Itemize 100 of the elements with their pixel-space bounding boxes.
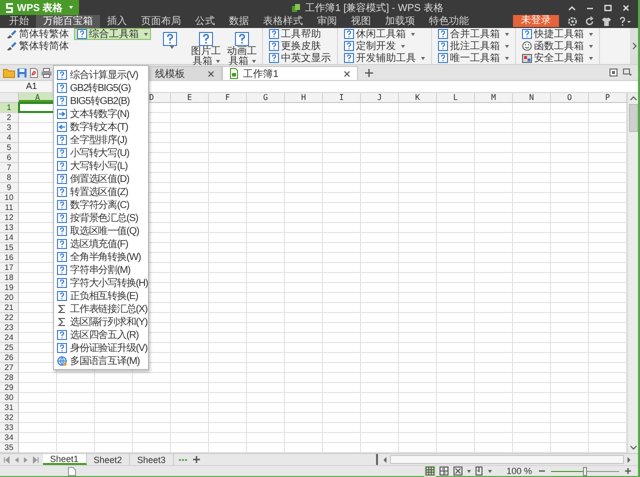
- refresh-icon[interactable]: [584, 16, 595, 27]
- row-header[interactable]: 22: [0, 313, 18, 323]
- row-header[interactable]: 13: [0, 223, 18, 233]
- menu-item[interactable]: 倒置选区值(D): [54, 172, 148, 185]
- row-header[interactable]: 18: [0, 273, 18, 283]
- column-header[interactable]: H: [285, 93, 323, 102]
- restore-icon[interactable]: [609, 68, 618, 77]
- row-header[interactable]: 27: [0, 363, 18, 373]
- toolbar-button[interactable]: 简体转繁体: [3, 28, 72, 40]
- close-icon[interactable]: [207, 70, 215, 78]
- menu-item[interactable]: 选区隔行列求和(Y): [54, 315, 148, 328]
- row-header[interactable]: 30: [0, 393, 18, 403]
- menu-item[interactable]: 选区填充值(F): [54, 237, 148, 250]
- row-header[interactable]: 3: [0, 123, 18, 133]
- row-header[interactable]: 9: [0, 183, 18, 193]
- menu-item[interactable]: 转置选区值(Z): [54, 185, 148, 198]
- full-screen-icon[interactable]: [452, 465, 464, 477]
- menu-item[interactable]: 正负相互转换(E): [54, 289, 148, 302]
- toolbar-button[interactable]: 函数工具箱: [519, 40, 596, 52]
- row-header[interactable]: 28: [0, 373, 18, 383]
- toolbar-button[interactable]: 快捷工具箱: [519, 28, 596, 40]
- menu-item[interactable]: 综合计算显示(V): [54, 68, 148, 81]
- menu-tab[interactable]: 视图: [344, 15, 378, 28]
- column-header[interactable]: I: [323, 93, 361, 102]
- column-header[interactable]: E: [171, 93, 209, 102]
- row-header[interactable]: 4: [0, 133, 18, 143]
- menu-item[interactable]: 工作表链接汇总(X): [54, 302, 148, 315]
- close-icon[interactable]: [342, 70, 351, 78]
- scrollbar-thumb[interactable]: [628, 104, 638, 132]
- toolbar-button[interactable]: 合并工具箱: [435, 28, 512, 40]
- row-header[interactable]: 21: [0, 303, 18, 313]
- grid-view-icon[interactable]: [424, 465, 436, 477]
- menu-tab[interactable]: 开始: [2, 15, 36, 28]
- row-header[interactable]: 31: [0, 403, 18, 413]
- scrollbar-thumb[interactable]: [390, 455, 624, 464]
- right-arrow-icon[interactable]: [626, 456, 632, 464]
- column-header[interactable]: J: [361, 93, 399, 102]
- row-header[interactable]: 5: [0, 143, 18, 153]
- settings-icon[interactable]: [567, 16, 578, 27]
- zoom-slider[interactable]: [551, 466, 619, 476]
- menu-tab[interactable]: 公式: [188, 15, 222, 28]
- menu-item[interactable]: 字符大小写转换(H): [54, 276, 148, 289]
- toolbar-button[interactable]: 繁体转简体: [3, 40, 72, 52]
- window-menu-icon[interactable]: [623, 68, 633, 77]
- row-header[interactable]: 20: [0, 293, 18, 303]
- toolbar-button[interactable]: 休闲工具箱: [341, 28, 418, 40]
- toolbar-button[interactable]: 定制开发: [341, 40, 408, 52]
- menu-item[interactable]: 小写转大写(U): [54, 146, 148, 159]
- toolbar-button[interactable]: 图片工具箱: [189, 28, 223, 63]
- toolbar-button[interactable]: 动画工具箱: [225, 28, 259, 63]
- toolbar-button[interactable]: 批注工具箱: [435, 40, 512, 52]
- row-header[interactable]: 33: [0, 423, 18, 433]
- document-tab[interactable]: 线模板: [148, 66, 222, 80]
- row-header[interactable]: 11: [0, 203, 18, 213]
- toolbar-button[interactable]: 更换皮肤: [266, 40, 324, 52]
- menu-tab[interactable]: 加载项: [378, 15, 422, 28]
- column-header[interactable]: N: [513, 93, 551, 102]
- toolbar-button[interactable]: 开发辅助工具: [341, 52, 428, 64]
- menu-tab[interactable]: 审阅: [310, 15, 344, 28]
- row-header[interactable]: 25: [0, 343, 18, 353]
- row-header[interactable]: 34: [0, 433, 18, 443]
- column-header[interactable]: O: [551, 93, 589, 102]
- menu-item[interactable]: 数字符分离(C): [54, 198, 148, 211]
- menu-item[interactable]: 身份证验证升级(V): [54, 341, 148, 354]
- menu-tab[interactable]: 特色功能: [422, 15, 476, 28]
- row-header[interactable]: 26: [0, 353, 18, 363]
- row-header[interactable]: 15: [0, 243, 18, 253]
- column-header[interactable]: F: [209, 93, 247, 102]
- row-header[interactable]: 6: [0, 153, 18, 163]
- row-header[interactable]: 12: [0, 213, 18, 223]
- row-header[interactable]: 10: [0, 193, 18, 203]
- column-header[interactable]: L: [437, 93, 475, 102]
- name-box[interactable]: A1: [0, 81, 52, 92]
- zoom-in-icon[interactable]: [624, 467, 632, 475]
- row-header[interactable]: 8: [0, 173, 18, 183]
- menu-item[interactable]: 数字转文本(T): [54, 120, 148, 133]
- column-header[interactable]: G: [247, 93, 285, 102]
- column-header[interactable]: M: [475, 93, 513, 102]
- toolbar-button[interactable]: 中英文显示: [266, 52, 334, 64]
- menu-tab[interactable]: 数据: [222, 15, 256, 28]
- row-header[interactable]: 17: [0, 263, 18, 273]
- row-header[interactable]: 32: [0, 413, 18, 423]
- reading-view-icon[interactable]: [473, 465, 486, 477]
- toolbar-button[interactable]: 综合工具箱: [74, 28, 151, 40]
- vertical-scrollbar[interactable]: [627, 93, 638, 453]
- row-header[interactable]: 19: [0, 283, 18, 293]
- menu-item[interactable]: GB2转BIG5(G): [54, 81, 148, 94]
- help-icon[interactable]: [618, 16, 632, 27]
- menu-item[interactable]: 全角半角转换(W): [54, 250, 148, 263]
- menu-item[interactable]: 选区四舍五入(R): [54, 328, 148, 341]
- row-header[interactable]: 2: [0, 113, 18, 123]
- app-menu-button[interactable]: WPS 表格: [0, 0, 79, 15]
- menu-tab[interactable]: 页面布局: [134, 15, 188, 28]
- row-header[interactable]: 23: [0, 323, 18, 333]
- menu-item[interactable]: 文本转数字(N): [54, 107, 148, 120]
- menu-item[interactable]: 全字型排序(J): [54, 133, 148, 146]
- ribbon-scroll-button[interactable]: [630, 28, 638, 64]
- menu-tab[interactable]: 万能百宝箱: [36, 15, 100, 28]
- row-header[interactable]: 1: [0, 103, 18, 113]
- left-arrow-icon[interactable]: [382, 456, 388, 464]
